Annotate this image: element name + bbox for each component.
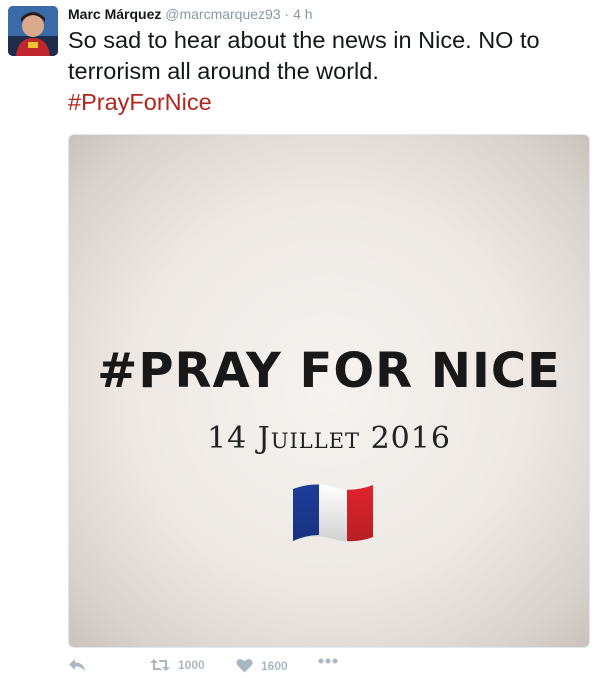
- more-button[interactable]: [318, 658, 338, 664]
- retweet-button[interactable]: 1000: [150, 658, 205, 672]
- tweet-header: Marc Márquez @marcmarquez93 · 4 h: [68, 5, 313, 23]
- media-date: 14 Juillet 2016: [207, 421, 451, 456]
- like-button[interactable]: 1600: [236, 658, 288, 673]
- tweet-media-image[interactable]: #PRAY FOR NICE 14 Juillet 2016: [68, 134, 590, 648]
- heart-icon: [236, 658, 253, 673]
- reply-icon: [69, 659, 85, 671]
- retweet-icon: [150, 659, 170, 671]
- tweet-body: So sad to hear about the news in Nice. N…: [68, 27, 540, 84]
- france-flag-icon: [293, 484, 373, 542]
- more-icon: [318, 658, 338, 664]
- separator: ·: [284, 6, 290, 22]
- author-handle[interactable]: @marcmarquez93: [165, 6, 280, 22]
- reply-button[interactable]: [68, 658, 86, 672]
- author-name[interactable]: Marc Márquez: [68, 6, 161, 22]
- avatar-image: [8, 6, 58, 56]
- like-count: 1600: [261, 658, 288, 673]
- tweet-text: So sad to hear about the news in Nice. N…: [68, 25, 598, 118]
- timestamp[interactable]: 4 h: [293, 6, 312, 22]
- retweet-count: 1000: [178, 658, 205, 672]
- hashtag-link[interactable]: #PrayForNice: [68, 87, 598, 118]
- media-title: #PRAY FOR NICE: [97, 343, 561, 399]
- avatar[interactable]: [8, 6, 58, 56]
